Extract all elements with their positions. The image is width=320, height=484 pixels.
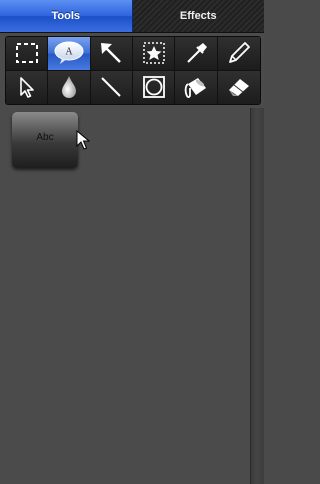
tool-text[interactable]: A [48,37,91,71]
tab-bar: Tools Effects [0,0,264,33]
eraser-icon [228,79,249,97]
pointer-icon [19,77,34,99]
vertical-scrollbar[interactable] [250,108,264,484]
line-icon [101,77,122,97]
text-bubble-glyph: A [65,47,73,58]
tools-panel: Tools Effects A Abc [0,0,264,484]
tab-effects[interactable]: Effects [132,0,264,32]
tool-eraser[interactable] [217,70,260,104]
tab-tools[interactable]: Tools [0,0,133,32]
tool-line[interactable] [90,70,133,104]
paint-bucket-icon [184,78,206,99]
text-item-preset[interactable]: Abc [12,112,78,168]
blur-drop-icon [61,76,76,99]
tool-blur[interactable] [48,70,91,104]
tool-pencil[interactable] [217,37,260,71]
tool-stamp[interactable] [132,37,176,71]
tool-eyedropper[interactable] [175,37,218,71]
tool-shape[interactable] [132,70,176,104]
tool-arrow[interactable] [90,37,133,71]
text-item-label: Abc [36,131,54,143]
stamp-star-icon [142,42,165,64]
tool-palette: A [5,36,261,105]
tool-pointer[interactable] [6,70,49,104]
pencil-icon [228,42,250,64]
shape-frame-icon [142,76,165,99]
tool-paint-bucket[interactable] [175,70,218,104]
text-bubble-icon: A [54,41,84,65]
marquee-select-icon [15,43,38,64]
eyedropper-icon [187,43,207,63]
arrow-icon [101,43,122,64]
tool-marquee[interactable] [6,37,49,71]
